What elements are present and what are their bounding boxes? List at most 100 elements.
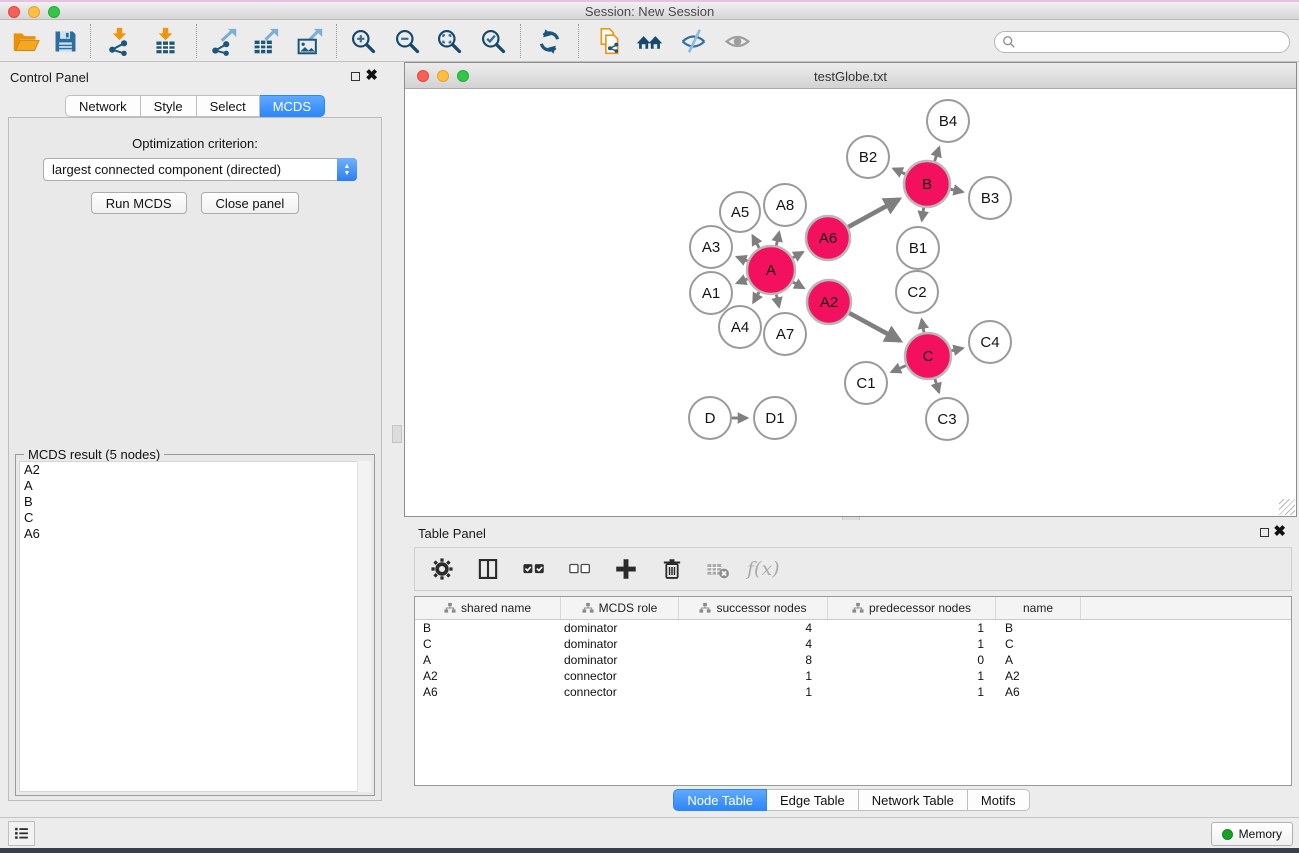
graph-edge-B-B3[interactable] xyxy=(950,189,962,192)
tab-mcds[interactable]: MCDS xyxy=(260,95,325,117)
eye-button[interactable] xyxy=(720,24,754,58)
table-row[interactable]: Bdominator41B xyxy=(415,620,1291,636)
graph-edge-C-C2[interactable] xyxy=(922,320,924,333)
graph-node-B4[interactable]: B4 xyxy=(927,100,969,142)
graph-node-B1[interactable]: B1 xyxy=(897,227,939,269)
zoom-selected-button[interactable] xyxy=(476,24,510,58)
float-panel-icon[interactable] xyxy=(351,72,360,81)
graph-edge-A6-B[interactable] xyxy=(848,199,899,227)
export-network-button[interactable] xyxy=(206,24,240,58)
graph-node-A4[interactable]: A4 xyxy=(719,306,761,348)
table-row[interactable]: A6connector11A6 xyxy=(415,684,1291,700)
column-header-mcds-role[interactable]: MCDS role xyxy=(561,597,679,619)
graph-node-A8[interactable]: A8 xyxy=(764,184,806,226)
export-image-button[interactable] xyxy=(292,24,326,58)
tab-motifs[interactable]: Motifs xyxy=(968,789,1030,811)
open-session-button[interactable] xyxy=(8,24,42,58)
column-header-name[interactable]: name xyxy=(996,597,1081,619)
search-input[interactable] xyxy=(1016,33,1289,51)
graph-node-C2[interactable]: C2 xyxy=(896,271,938,313)
zoom-out-button[interactable] xyxy=(390,24,424,58)
vertical-splitter-grip[interactable] xyxy=(392,425,402,443)
deselect-all-button[interactable] xyxy=(563,552,597,586)
tab-node-table[interactable]: Node Table xyxy=(673,789,767,811)
graph-node-D[interactable]: D xyxy=(689,397,731,439)
graph-edge-A-A7[interactable] xyxy=(776,294,779,306)
mcds-result-item[interactable]: A xyxy=(20,478,370,494)
column-header-shared-name[interactable]: shared name xyxy=(415,597,561,619)
optimization-select[interactable]: largest connected component (directed) ▲… xyxy=(43,158,357,181)
table-row[interactable]: A2connector11A2 xyxy=(415,668,1291,684)
graph-edge-A-A4[interactable] xyxy=(753,292,759,302)
function-builder-icon[interactable]: f(x) xyxy=(747,558,780,580)
mcds-result-item[interactable]: A6 xyxy=(20,526,370,542)
graph-edge-A-A3[interactable] xyxy=(737,257,748,261)
graph-edge-A-A2[interactable] xyxy=(793,282,804,288)
tab-style[interactable]: Style xyxy=(141,95,197,117)
graph-node-A5[interactable]: A5 xyxy=(720,192,760,232)
graph-node-B[interactable]: B xyxy=(904,161,950,207)
graph-edge-C-C4[interactable] xyxy=(951,348,962,351)
graph-edge-A2-C[interactable] xyxy=(849,313,900,341)
delete-column-button[interactable] xyxy=(655,552,689,586)
zoom-in-button[interactable] xyxy=(346,24,380,58)
graph-edge-A-A1[interactable] xyxy=(737,279,748,283)
save-session-button[interactable] xyxy=(48,24,82,58)
mcds-result-item[interactable]: A2 xyxy=(20,462,370,478)
graph-edge-C-C3[interactable] xyxy=(935,379,939,392)
home-button[interactable] xyxy=(632,24,666,58)
graph-edge-B-B2[interactable] xyxy=(894,169,906,174)
task-history-button[interactable] xyxy=(8,821,35,846)
graph-node-A3[interactable]: A3 xyxy=(690,226,732,268)
duplicate-network-button[interactable] xyxy=(592,24,626,58)
column-header-successor-nodes[interactable]: successor nodes xyxy=(679,597,828,619)
tab-select[interactable]: Select xyxy=(197,95,260,117)
zoom-fit-button[interactable] xyxy=(432,24,466,58)
graph-node-B3[interactable]: B3 xyxy=(969,177,1011,219)
import-table-button[interactable] xyxy=(148,24,182,58)
refresh-button[interactable] xyxy=(532,24,566,58)
graph-node-C1[interactable]: C1 xyxy=(845,362,887,404)
graph-node-A2[interactable]: A2 xyxy=(807,280,851,324)
close-panel-button[interactable]: Close panel xyxy=(201,192,300,214)
graph-node-A6[interactable]: A6 xyxy=(806,216,850,260)
tab-network[interactable]: Network xyxy=(65,95,141,117)
window-resize-grip[interactable] xyxy=(1279,499,1295,515)
run-mcds-button[interactable]: Run MCDS xyxy=(91,192,187,214)
show-columns-button[interactable] xyxy=(471,552,505,586)
table-row[interactable]: Cdominator41C xyxy=(415,636,1291,652)
graph-node-A1[interactable]: A1 xyxy=(690,272,732,314)
column-header-predecessor-nodes[interactable]: predecessor nodes xyxy=(828,597,996,619)
table-close-icon[interactable]: ✖ xyxy=(1273,523,1286,541)
table-settings-button[interactable] xyxy=(425,552,459,586)
table-row[interactable]: Adominator80A xyxy=(415,652,1291,668)
table-float-icon[interactable] xyxy=(1260,528,1269,537)
graph-node-C[interactable]: C xyxy=(905,333,951,379)
graph-edge-B-B1[interactable] xyxy=(922,208,924,221)
graph-node-D1[interactable]: D1 xyxy=(754,397,796,439)
tab-network-table[interactable]: Network Table xyxy=(859,789,968,811)
network-canvas[interactable]: B4 B2 B B3 A5A8A6 A3 B1 A A1 C2 A2 A4A7 C C4 C1 C3 D D1 xyxy=(405,89,1296,516)
delete-table-button[interactable] xyxy=(701,552,735,586)
memory-button[interactable]: Memory xyxy=(1211,822,1293,846)
import-network-button[interactable] xyxy=(102,24,136,58)
graph-edge-B-B4[interactable] xyxy=(935,148,940,162)
graph-node-C3[interactable]: C3 xyxy=(926,398,968,440)
graph-edge-A-A5[interactable] xyxy=(753,236,760,248)
graph-edge-A-A8[interactable] xyxy=(776,232,779,245)
select-all-button[interactable] xyxy=(517,552,551,586)
mcds-result-item[interactable]: B xyxy=(20,494,370,510)
hide-show-button[interactable] xyxy=(676,24,710,58)
result-scrollbar[interactable] xyxy=(357,461,371,792)
graph-node-A7[interactable]: A7 xyxy=(764,313,806,355)
close-panel-icon[interactable]: ✖ xyxy=(365,67,378,85)
export-table-button[interactable] xyxy=(248,24,282,58)
graph-node-B2[interactable]: B2 xyxy=(847,136,889,178)
graph-edge-A-A6[interactable] xyxy=(793,252,803,258)
add-column-button[interactable] xyxy=(609,552,643,586)
graph-node-A[interactable]: A xyxy=(747,246,795,294)
graph-edge-C-C1[interactable] xyxy=(892,366,906,372)
graph-node-C4[interactable]: C4 xyxy=(969,321,1011,363)
tab-edge-table[interactable]: Edge Table xyxy=(767,789,859,811)
mcds-result-item[interactable]: C xyxy=(20,510,370,526)
